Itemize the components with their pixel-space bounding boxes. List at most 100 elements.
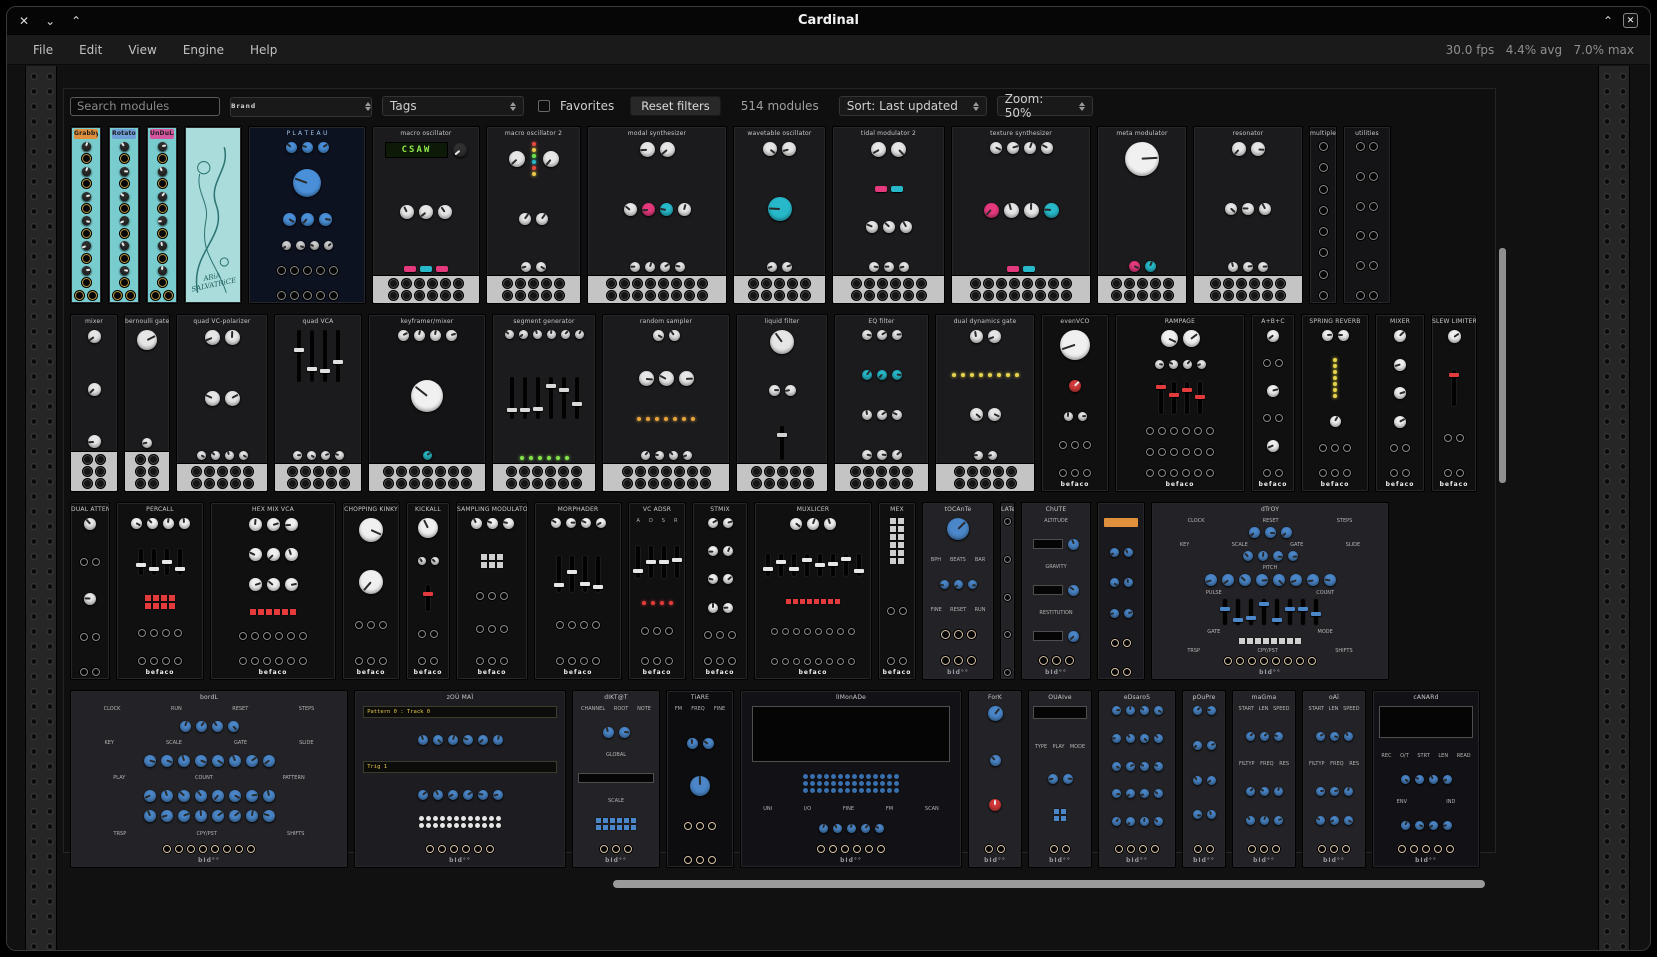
module-card[interactable]: cANARdRECO/TSTRTLENREADENVINDbId°°: [1372, 690, 1480, 868]
module-card[interactable]: dIKT@TCHANNELROOTNOTEGLOBALSCALEbId°°: [572, 690, 660, 868]
module-card[interactable]: MUXLICERbefaco: [754, 502, 872, 680]
vertical-scrollbar-thumb[interactable]: [1499, 248, 1506, 483]
module-card[interactable]: ForKbId°°: [968, 690, 1022, 868]
module-card[interactable]: [1097, 502, 1145, 680]
module-card[interactable]: lIMonADeUNII/OFINEFMSCANbId°°: [740, 690, 962, 868]
knob: [533, 330, 542, 339]
module-card[interactable]: dual dynamics gate: [935, 314, 1035, 492]
module-card[interactable]: liquid filter: [736, 314, 828, 492]
module-card[interactable]: PERCALLbefaco: [116, 502, 204, 680]
module-card[interactable]: RAMPAGEbefaco: [1115, 314, 1245, 492]
module-card[interactable]: ARiA SALVATRiCE: [184, 126, 242, 304]
knob: [211, 451, 220, 460]
module-card[interactable]: evenVCObefaco: [1041, 314, 1109, 492]
module-card[interactable]: LATe: [1000, 502, 1015, 680]
jack: [1224, 291, 1233, 300]
module-card[interactable]: VC ADSRADSRbefaco: [628, 502, 686, 680]
module-card[interactable]: TiAREFMFREQFINE: [666, 690, 734, 868]
module-card[interactable]: segment generator: [492, 314, 596, 492]
module-title: RAMPAGE: [1116, 317, 1244, 327]
module-card[interactable]: bordLCLOCKRUNRESETSTEPSKEYSCALEGATESLIDE…: [70, 690, 348, 868]
search-input[interactable]: [70, 97, 220, 116]
module-card[interactable]: tOCAnTeBPHBEATSBARFINERESETRUNbId°°: [922, 502, 994, 680]
module-card[interactable]: quad VCA: [274, 314, 362, 492]
menu-edit[interactable]: Edit: [69, 39, 112, 61]
module-card[interactable]: ChUTEALTITUDEGRAVITYRESTITUTIONbId°°: [1021, 502, 1091, 680]
module-card[interactable]: keyframer/mixer: [368, 314, 486, 492]
module-card[interactable]: zOÙ MAÏPattern 0 : Track 0Trig 1bId°°: [354, 690, 566, 868]
menu-file[interactable]: File: [23, 39, 63, 61]
module-card[interactable]: mixer: [70, 314, 118, 492]
module-card[interactable]: tidal modulator 2: [832, 126, 945, 304]
control-row: [1185, 741, 1223, 750]
module-card[interactable]: OUAIveTYPEPLAYMODEbId°°: [1028, 690, 1092, 868]
module-card[interactable]: Grabby: [70, 126, 102, 304]
button: [831, 774, 836, 779]
module-card[interactable]: Rotatoes: [108, 126, 140, 304]
zoom-dropdown[interactable]: Zoom: 50%: [997, 96, 1093, 116]
button: [838, 781, 843, 786]
module-card[interactable]: random sampler: [602, 314, 730, 492]
button: [887, 788, 892, 793]
module-card[interactable]: texture synthesizer: [951, 126, 1091, 304]
module-card[interactable]: CHOPPING KINKYbefaco: [342, 502, 400, 680]
module-card[interactable]: UnDuLaR: [146, 126, 178, 304]
module-card[interactable]: MIXERbefaco: [1375, 314, 1425, 492]
brand-label: befaco: [1376, 480, 1424, 491]
module-card[interactable]: maGmaSTARTLENSPEEDFILTYPFREQRESbId°°: [1232, 690, 1296, 868]
module-card[interactable]: utilities: [1343, 126, 1391, 304]
module-card[interactable]: SPRING REVERBbefaco: [1301, 314, 1369, 492]
module-card[interactable]: DUAL ATTENUVERTER: [70, 502, 110, 680]
jack: [580, 657, 588, 665]
module-card[interactable]: A+B+Cbefaco: [1251, 314, 1295, 492]
module-card[interactable]: KICKALLbefaco: [406, 502, 450, 680]
horizontal-scrollbar-thumb[interactable]: [613, 880, 1485, 888]
jack: [263, 657, 271, 665]
module-card[interactable]: modal synthesizer: [587, 126, 727, 304]
module-card[interactable]: wavetable oscillator: [733, 126, 826, 304]
control-row: [1118, 469, 1242, 477]
module-card[interactable]: resonator: [1193, 126, 1303, 304]
module-title: cANARd: [1373, 693, 1479, 703]
menu-view[interactable]: View: [118, 39, 166, 61]
module-card[interactable]: quad VC-polarizer: [176, 314, 268, 492]
module-card[interactable]: multiples: [1309, 126, 1337, 304]
minimize-button[interactable]: ⌄: [45, 15, 55, 27]
jack: [1356, 142, 1365, 151]
module-card[interactable]: eDsaroSbId°°: [1098, 690, 1176, 868]
favorites-checkbox[interactable]: [538, 100, 550, 112]
module-card[interactable]: SAMPLING MODULATORbefaco: [456, 502, 528, 680]
module-card[interactable]: bernoulli gate: [124, 314, 170, 492]
module-card[interactable]: oAïSTARTLENSPEEDFILTYPFREQRESbId°°: [1302, 690, 1366, 868]
close-button[interactable]: ✕: [19, 15, 29, 27]
knob: [891, 142, 906, 157]
pin-icon[interactable]: ⌃: [1603, 15, 1613, 27]
module-body: [487, 139, 580, 275]
module-card[interactable]: meta modulator: [1097, 126, 1187, 304]
module-card[interactable]: EQ filter: [834, 314, 929, 492]
sort-dropdown[interactable]: Sort: Last updated: [839, 96, 987, 116]
module-card[interactable]: pOuPrebId°°: [1182, 690, 1226, 868]
jack: [1158, 448, 1166, 456]
maximize-button[interactable]: ⌃: [71, 15, 81, 27]
module-card[interactable]: macro oscillator 2: [486, 126, 581, 304]
menu-engine[interactable]: Engine: [173, 39, 234, 61]
module-card[interactable]: MORPHADERbefaco: [534, 502, 622, 680]
button: [631, 818, 636, 823]
module-card[interactable]: HEX MIX VCAbefaco: [210, 502, 336, 680]
module-card[interactable]: SLEW LIMITERbefaco: [1431, 314, 1477, 492]
module-card[interactable]: P L A T E A U: [248, 126, 366, 304]
module-card[interactable]: STMIXbefaco: [692, 502, 748, 680]
module-card[interactable]: macro oscillatorCSAW: [372, 126, 480, 304]
led-column: [532, 142, 536, 176]
module-card[interactable]: dTrOYCLOCKRESETSTEPSKEYSCALEGATESLIDEPIT…: [1151, 502, 1389, 680]
led: [538, 456, 542, 460]
tags-dropdown[interactable]: Tags: [382, 96, 524, 116]
knob: [675, 262, 685, 272]
reset-filters-button[interactable]: Reset filters: [630, 96, 721, 116]
module-card[interactable]: MEXbefaco: [878, 502, 916, 680]
knob: [120, 266, 129, 275]
control-row: [881, 607, 913, 615]
menu-help[interactable]: Help: [240, 39, 287, 61]
brand-dropdown[interactable]: Brand: [230, 97, 372, 117]
